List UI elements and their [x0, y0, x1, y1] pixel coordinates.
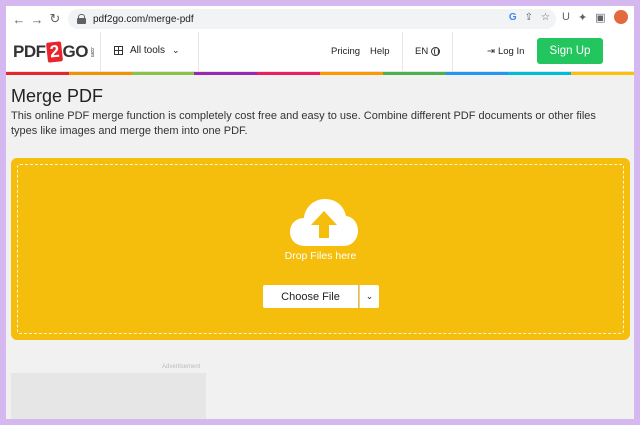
- page-description: This online PDF merge function is comple…: [11, 110, 596, 137]
- url-text[interactable]: pdf2go.com/merge-pdf: [93, 14, 194, 25]
- sign-up-button[interactable]: Sign Up: [537, 38, 603, 64]
- choose-file-group: Choose File ⌄: [263, 285, 379, 308]
- header-divider: [452, 32, 453, 72]
- color-stripe-segment: [194, 72, 258, 75]
- globe-icon: [431, 47, 441, 56]
- language-label: EN: [415, 46, 429, 57]
- color-stripe-segment: [131, 72, 195, 75]
- profile-avatar-icon[interactable]: [613, 10, 628, 24]
- site-header: PDF 2 GO .com All tools ⌄ Pricing Help E…: [6, 32, 634, 72]
- address-bar[interactable]: pdf2go.com/merge-pdf G ⇪ ☆: [68, 9, 556, 29]
- login-icon: ⇥: [487, 46, 495, 57]
- color-stripe-segment: [257, 72, 320, 75]
- pricing-link[interactable]: Pricing: [331, 46, 360, 57]
- dropzone-dashed-border: [17, 164, 624, 334]
- language-selector[interactable]: EN: [415, 46, 441, 57]
- forward-arrow-icon[interactable]: →: [28, 10, 46, 28]
- color-stripe-segment: [571, 72, 634, 75]
- puzzle-icon[interactable]: ✦: [578, 11, 587, 24]
- star-icon[interactable]: ☆: [541, 12, 550, 23]
- header-divider: [402, 32, 403, 72]
- header-divider: [198, 32, 199, 72]
- page-title: Merge PDF: [11, 86, 104, 106]
- share-icon[interactable]: ⇪: [525, 12, 533, 23]
- color-stripe-segment: [445, 72, 509, 75]
- advertisement-placeholder[interactable]: [11, 373, 206, 419]
- color-stripe-segment: [382, 72, 446, 75]
- color-stripe-segment: [319, 72, 383, 75]
- pdf2go-logo[interactable]: PDF 2 GO .com: [13, 41, 95, 63]
- color-stripe-segment: [508, 72, 572, 75]
- all-tools-menu[interactable]: All tools ⌄: [114, 45, 180, 56]
- back-arrow-icon[interactable]: ←: [10, 10, 28, 28]
- cloud-upload-icon[interactable]: [289, 196, 359, 248]
- color-stripe-segment: [68, 72, 132, 75]
- all-tools-label: All tools: [130, 45, 166, 56]
- drop-files-text: Drop Files here: [284, 250, 357, 262]
- reload-icon[interactable]: ↻: [46, 10, 64, 28]
- advertisement-label: Advertisement: [162, 364, 201, 370]
- browser-window: ← → ↻ pdf2go.com/merge-pdf G ⇪ ☆ U ✦ ▣ P…: [6, 6, 634, 419]
- chevron-down-icon: ⌄: [365, 291, 374, 302]
- help-link[interactable]: Help: [370, 46, 390, 57]
- browser-toolbar: ← → ↻ pdf2go.com/merge-pdf G ⇪ ☆ U ✦ ▣: [6, 6, 634, 32]
- lock-icon[interactable]: [77, 14, 86, 24]
- login-link[interactable]: ⇥ Log In: [487, 46, 524, 57]
- google-icon[interactable]: G: [509, 12, 517, 23]
- u-extension-icon[interactable]: U: [562, 11, 570, 23]
- login-label: Log In: [497, 46, 525, 57]
- color-stripe: [6, 72, 634, 75]
- header-divider: [100, 32, 101, 72]
- color-stripe-segment: [6, 72, 69, 75]
- sidebar-icon[interactable]: ▣: [595, 11, 605, 24]
- file-dropzone[interactable]: Drop Files here Choose File ⌄: [11, 158, 630, 340]
- choose-file-button[interactable]: Choose File: [263, 285, 358, 308]
- chevron-down-icon: ⌄: [172, 45, 180, 55]
- grid-icon: [114, 46, 123, 55]
- choose-file-dropdown-button[interactable]: ⌄: [359, 285, 379, 308]
